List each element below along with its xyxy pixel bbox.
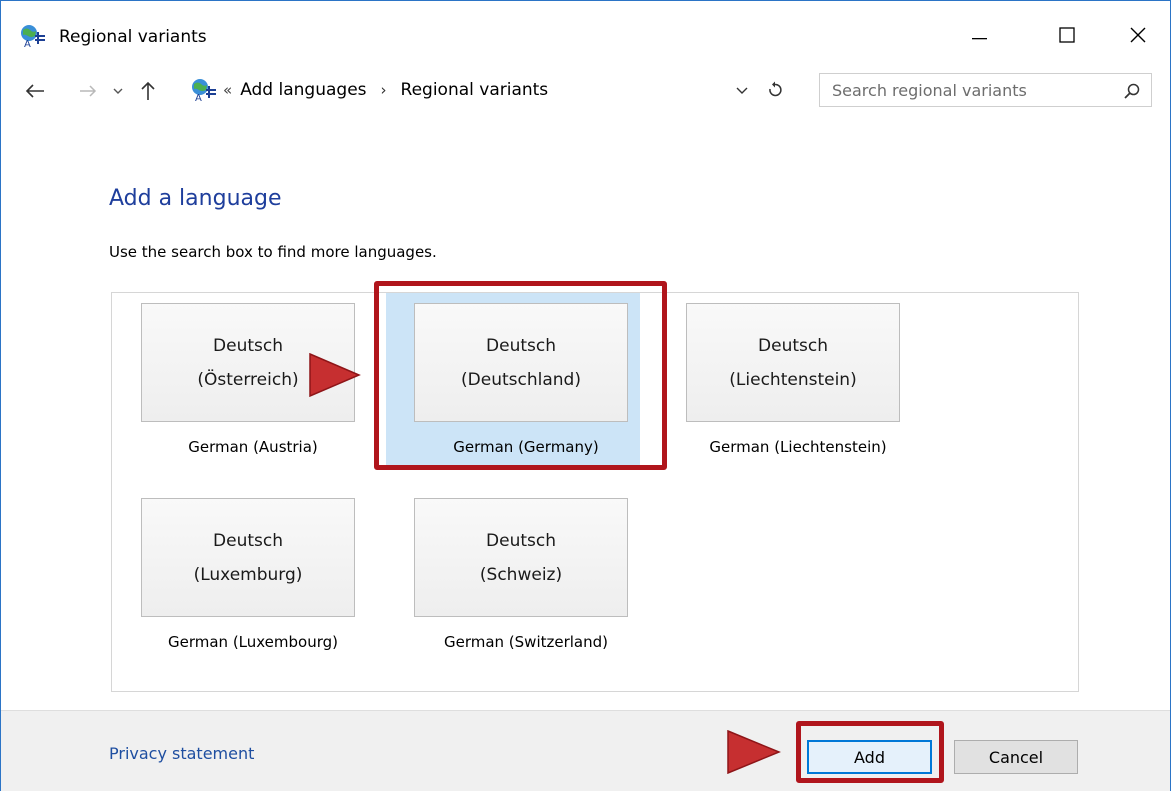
svg-text:A: A [195, 93, 202, 102]
refresh-button[interactable] [763, 78, 787, 102]
variant-tile[interactable]: Deutsch (Liechtenstein) [686, 303, 900, 422]
variant-item-liechtenstein[interactable]: Deutsch (Liechtenstein) German (Liechten… [658, 293, 912, 469]
instruction-text: Use the search box to find more language… [109, 243, 437, 261]
maximize-button[interactable] [1042, 15, 1092, 55]
breadcrumb-regional-variants[interactable]: Regional variants [401, 80, 549, 100]
variant-item-germany[interactable]: Deutsch (Deutschland) German (Germany) [386, 293, 640, 469]
variant-tile[interactable]: Deutsch (Deutschland) [414, 303, 628, 422]
variant-native-region: (Österreich) [197, 369, 299, 390]
minimize-button[interactable] [955, 15, 1005, 55]
cancel-button[interactable]: Cancel [954, 740, 1078, 774]
chevron-down-icon [736, 87, 748, 94]
variant-native-name: Deutsch [486, 335, 556, 356]
close-icon [1130, 27, 1146, 43]
variant-native-name: Deutsch [213, 530, 283, 551]
pointer-arrow-icon [727, 730, 781, 774]
variant-native-region: (Liechtenstein) [729, 369, 857, 390]
variant-item-luxembourg[interactable]: Deutsch (Luxemburg) German (Luxembourg) [113, 488, 367, 664]
variant-native-region: (Schweiz) [479, 564, 563, 585]
address-bar[interactable]: A « Add languages › Regional variants [191, 73, 805, 107]
back-button[interactable] [20, 77, 50, 105]
search-icon[interactable] [1123, 82, 1141, 100]
variant-tile[interactable]: Deutsch (Luxemburg) [141, 498, 355, 617]
overflow-chevron-icon[interactable]: « [223, 81, 232, 99]
window-title: Regional variants [59, 27, 207, 47]
close-button[interactable] [1113, 15, 1163, 55]
footer-bar: Privacy statement Add Cancel [1, 710, 1170, 791]
variant-caption: German (Austria) [188, 438, 318, 456]
address-dropdown-button[interactable] [731, 80, 753, 102]
variant-caption: German (Germany) [453, 438, 599, 456]
regional-variants-window: A Regional variants A « Add languages › … [0, 0, 1171, 791]
variant-caption: German (Switzerland) [443, 633, 609, 651]
breadcrumb-add-languages[interactable]: Add languages [240, 80, 366, 100]
search-input[interactable] [820, 75, 1110, 105]
arrow-up-icon [141, 81, 155, 100]
variant-list: Deutsch (Österreich) German (Austria) De… [111, 292, 1079, 692]
variant-native-region: (Deutschland) [461, 369, 581, 390]
variant-tile[interactable]: Deutsch (Schweiz) [414, 498, 628, 617]
recent-locations-button[interactable] [107, 77, 129, 105]
title-bar: A Regional variants [1, 1, 1170, 48]
variant-caption: German (Luxembourg) [167, 633, 339, 651]
arrow-right-icon [80, 85, 97, 97]
svg-text:A: A [24, 39, 31, 48]
language-globe-icon: A [192, 79, 216, 102]
minimize-icon [972, 38, 987, 40]
search-box[interactable] [819, 73, 1152, 107]
refresh-icon [769, 81, 782, 97]
page-heading: Add a language [109, 186, 282, 211]
add-button[interactable]: Add [807, 740, 932, 774]
up-button[interactable] [135, 77, 161, 105]
breadcrumb-separator-icon[interactable]: › [381, 81, 387, 99]
variant-caption: German (Liechtenstein) [709, 438, 887, 456]
maximize-icon [1059, 27, 1075, 43]
variant-native-region: (Luxemburg) [193, 564, 303, 585]
privacy-statement-link[interactable]: Privacy statement [109, 744, 254, 763]
variant-native-name: Deutsch [758, 335, 828, 356]
navigation-bar: A « Add languages › Regional variants [1, 73, 1170, 107]
language-globe-icon: A [21, 25, 45, 48]
variant-item-switzerland[interactable]: Deutsch (Schweiz) German (Switzerland) [386, 488, 640, 664]
pointer-arrow-icon [309, 353, 361, 397]
variant-native-name: Deutsch [486, 530, 556, 551]
forward-button[interactable] [75, 77, 101, 105]
arrow-left-icon [25, 84, 44, 98]
chevron-down-icon [113, 88, 123, 94]
variant-native-name: Deutsch [213, 335, 283, 356]
